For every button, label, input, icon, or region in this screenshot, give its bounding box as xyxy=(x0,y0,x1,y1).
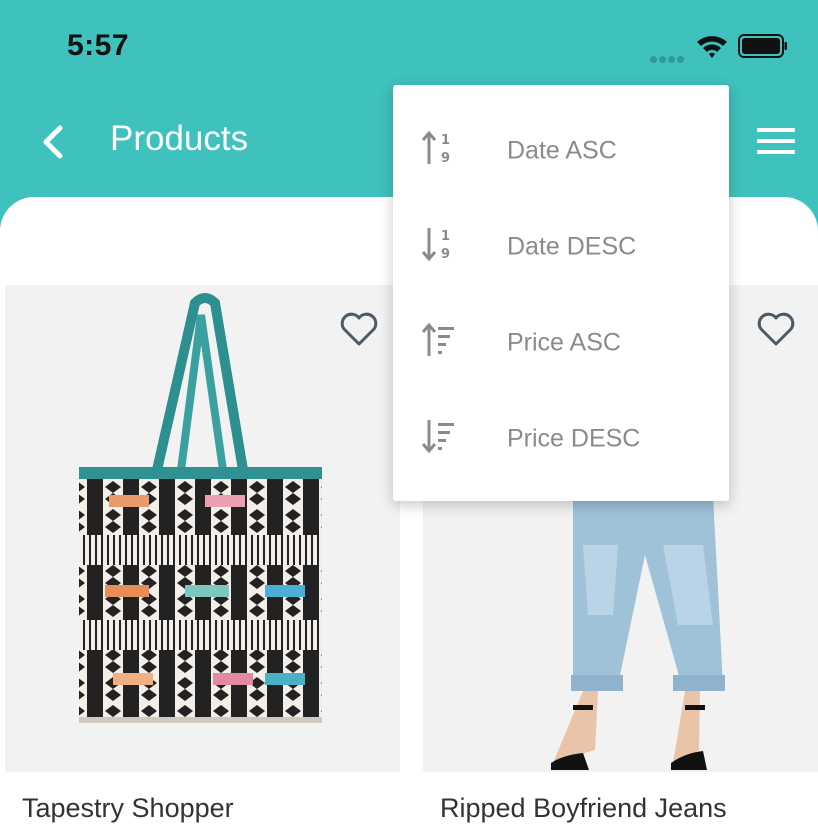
sort-menu-item-price-asc[interactable]: Price ASC xyxy=(393,294,729,390)
hamburger-menu-icon[interactable] xyxy=(757,128,795,156)
heart-outline-icon[interactable] xyxy=(756,311,796,347)
svg-text:9: 9 xyxy=(441,151,450,166)
wifi-icon xyxy=(697,36,727,58)
product-name: Tapestry Shopper xyxy=(22,793,234,823)
status-time: 5:57 xyxy=(67,29,130,62)
sort-numeric-descending-icon: 1 9 xyxy=(421,228,450,262)
sort-menu-item-label: Price DESC xyxy=(507,424,641,453)
svg-text:9: 9 xyxy=(441,247,450,262)
sort-dropdown-menu: 1 9 Date ASC 1 9 Date DESC Price ASC Pri… xyxy=(393,85,729,501)
page-title: Products xyxy=(110,119,249,158)
cellular-signal-icon xyxy=(650,50,688,63)
sort-menu-item-label: Date DESC xyxy=(507,232,637,261)
product-image-tote-bag[interactable] xyxy=(5,285,400,772)
back-chevron-icon[interactable] xyxy=(38,124,70,160)
product-name: Ripped Boyfriend Jeans xyxy=(440,793,727,823)
svg-text:1: 1 xyxy=(441,133,450,148)
battery-icon xyxy=(738,34,787,58)
sort-amount-descending-icon xyxy=(421,420,454,454)
sort-menu-item-label: Price ASC xyxy=(507,328,621,357)
sort-menu-item-date-desc[interactable]: 1 9 Date DESC xyxy=(393,198,729,294)
sort-menu-item-date-asc[interactable]: 1 9 Date ASC xyxy=(393,102,729,198)
heart-outline-icon[interactable] xyxy=(339,311,379,347)
tote-bag-illustration xyxy=(5,285,400,772)
status-bar: 5:57 xyxy=(0,0,818,92)
sort-menu-item-price-desc[interactable]: Price DESC xyxy=(393,390,729,486)
sort-menu-item-label: Date ASC xyxy=(507,136,617,165)
product-card[interactable]: Tapestry Shopper xyxy=(5,285,400,828)
sort-numeric-ascending-icon: 1 9 xyxy=(421,130,450,166)
sort-amount-ascending-icon xyxy=(421,322,454,356)
svg-text:1: 1 xyxy=(441,229,450,244)
